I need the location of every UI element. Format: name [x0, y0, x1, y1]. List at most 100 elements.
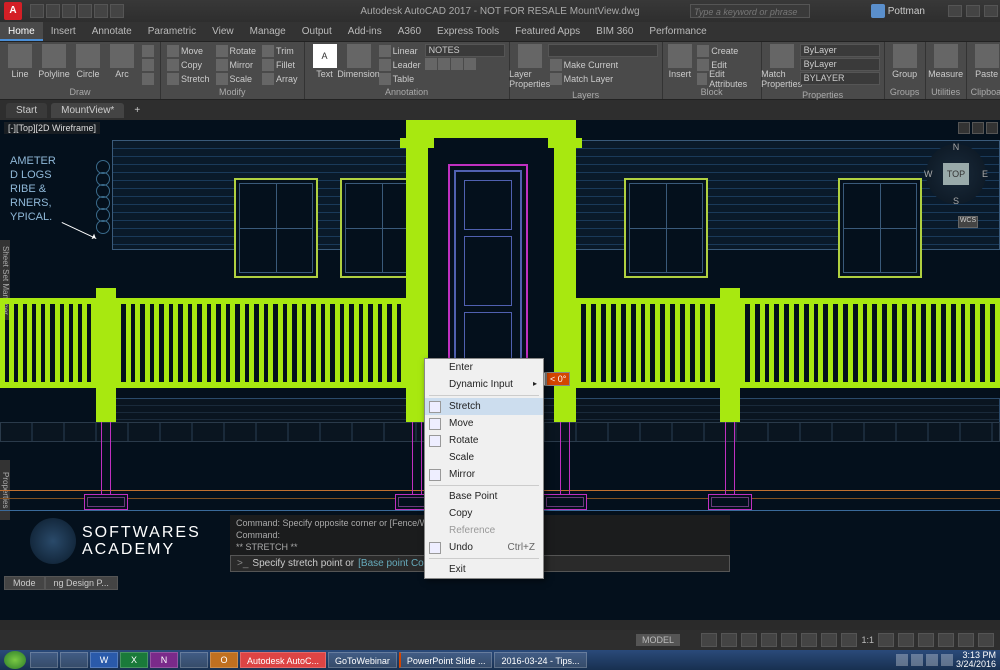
linetype-dropdown[interactable]: BYLAYER: [800, 72, 880, 85]
group-button[interactable]: Group: [889, 44, 921, 79]
match-properties-button[interactable]: Match Properties: [766, 44, 798, 89]
qat-print-icon[interactable]: [110, 4, 124, 18]
paste-button[interactable]: Paste: [971, 44, 1000, 79]
new-tab-button[interactable]: +: [128, 103, 146, 118]
tb-excel-icon[interactable]: X: [120, 652, 148, 668]
layer-dropdown[interactable]: [548, 44, 658, 57]
lineweight-dropdown[interactable]: ByLayer: [800, 58, 880, 71]
layout1-tab[interactable]: ng Design P...: [45, 576, 118, 590]
ctx-stretch[interactable]: Stretch: [425, 398, 543, 415]
line-button[interactable]: Line: [4, 44, 36, 79]
ctx-move[interactable]: Move: [425, 415, 543, 432]
tb-gotowebinar[interactable]: GoToWebinar: [328, 652, 397, 668]
move-button[interactable]: Move: [165, 44, 212, 57]
app-logo[interactable]: A: [4, 2, 22, 20]
transparency-toggle[interactable]: [841, 633, 857, 647]
tb-word-icon[interactable]: W: [90, 652, 118, 668]
tray-net-icon[interactable]: [911, 654, 923, 666]
text-button[interactable]: AText: [309, 44, 341, 79]
tb-notes[interactable]: 2016-03-24 - Tips...: [494, 652, 586, 668]
tb-autocad[interactable]: Autodesk AutoC...: [240, 652, 326, 668]
array-button[interactable]: Array: [260, 72, 300, 85]
tab-bim360[interactable]: BIM 360: [588, 22, 641, 41]
qat-save-icon[interactable]: [62, 4, 76, 18]
ctx-dynamic-input[interactable]: Dynamic Input: [425, 376, 543, 393]
draw-flyout2[interactable]: [140, 58, 156, 71]
model-tab[interactable]: Mode: [4, 576, 45, 590]
customize-status[interactable]: [978, 633, 994, 647]
ctx-basepoint[interactable]: Base Point: [425, 488, 543, 505]
clean-screen[interactable]: [958, 633, 974, 647]
tray-vol-icon[interactable]: [926, 654, 938, 666]
tb-snip-icon[interactable]: [180, 652, 208, 668]
tb-firefox-icon[interactable]: [60, 652, 88, 668]
tray-up-icon[interactable]: [896, 654, 908, 666]
ctx-enter[interactable]: Enter: [425, 359, 543, 376]
otrack-toggle[interactable]: [801, 633, 817, 647]
tab-performance[interactable]: Performance: [641, 22, 714, 41]
start-tab[interactable]: Start: [6, 103, 47, 118]
linear-button[interactable]: Linear: [377, 44, 423, 57]
dimension-button[interactable]: Dimension: [343, 44, 375, 79]
osnap-toggle[interactable]: [781, 633, 797, 647]
taskbar-clock[interactable]: 3:13 PM3/24/2016: [956, 651, 996, 669]
scale-label[interactable]: 1:1: [861, 635, 874, 645]
measure-button[interactable]: Measure: [930, 44, 962, 79]
tray-power-icon[interactable]: [941, 654, 953, 666]
scale-button[interactable]: Scale: [214, 72, 259, 85]
rotate-button[interactable]: Rotate: [214, 44, 259, 57]
make-current-button[interactable]: Make Current: [548, 58, 658, 71]
grid-toggle[interactable]: [701, 633, 717, 647]
circle-button[interactable]: Circle: [72, 44, 104, 79]
workspace-switch[interactable]: [898, 633, 914, 647]
tab-annotate[interactable]: Annotate: [84, 22, 140, 41]
layer-properties-button[interactable]: Layer Properties: [514, 44, 546, 89]
qat-undo-icon[interactable]: [78, 4, 92, 18]
tb-explorer-icon[interactable]: [30, 652, 58, 668]
ctx-scale[interactable]: Scale: [425, 449, 543, 466]
maximize-icon[interactable]: [966, 5, 980, 17]
draw-flyout1[interactable]: [140, 44, 156, 57]
tab-featured[interactable]: Featured Apps: [507, 22, 588, 41]
tab-home[interactable]: Home: [0, 22, 43, 41]
tab-manage[interactable]: Manage: [242, 22, 294, 41]
polyline-button[interactable]: Polyline: [38, 44, 70, 79]
arc-button[interactable]: Arc: [106, 44, 138, 79]
insert-block-button[interactable]: Insert: [667, 44, 694, 79]
ctx-copy[interactable]: Copy: [425, 505, 543, 522]
text-style-dropdown[interactable]: NOTES: [425, 44, 505, 57]
leader-button[interactable]: Leader: [377, 58, 423, 71]
tab-express[interactable]: Express Tools: [429, 22, 507, 41]
tab-a360[interactable]: A360: [390, 22, 429, 41]
ctx-mirror[interactable]: Mirror: [425, 466, 543, 483]
copy-button[interactable]: Copy: [165, 58, 212, 71]
mirror-button[interactable]: Mirror: [214, 58, 259, 71]
hardware-accel[interactable]: [918, 633, 934, 647]
fillet-button[interactable]: Fillet: [260, 58, 300, 71]
ctx-reference[interactable]: Reference: [425, 522, 543, 539]
tb-powerpoint[interactable]: PowerPoint Slide ...: [399, 652, 493, 668]
qat-open-icon[interactable]: [46, 4, 60, 18]
user-account[interactable]: Pottman: [871, 4, 925, 18]
match-layer-button[interactable]: Match Layer: [548, 72, 658, 85]
tab-parametric[interactable]: Parametric: [140, 22, 204, 41]
qat-redo-icon[interactable]: [94, 4, 108, 18]
close-icon[interactable]: [984, 5, 998, 17]
ctx-exit[interactable]: Exit: [425, 561, 543, 578]
ctx-undo[interactable]: UndoCtrl+Z: [425, 539, 543, 556]
model-space-badge[interactable]: MODEL: [636, 634, 680, 646]
start-button[interactable]: [4, 651, 26, 669]
tab-view[interactable]: View: [204, 22, 242, 41]
edit-attributes-button[interactable]: Edit Attributes: [695, 72, 756, 85]
tb-onenote-icon[interactable]: N: [150, 652, 178, 668]
lweight-toggle[interactable]: [821, 633, 837, 647]
color-dropdown[interactable]: ByLayer: [800, 44, 880, 57]
snap-toggle[interactable]: [721, 633, 737, 647]
help-search-input[interactable]: Type a keyword or phrase: [690, 4, 810, 18]
create-block-button[interactable]: Create: [695, 44, 756, 57]
polar-toggle[interactable]: [761, 633, 777, 647]
ctx-rotate[interactable]: Rotate: [425, 432, 543, 449]
draw-flyout3[interactable]: [140, 72, 156, 85]
file-tab[interactable]: MountView*: [51, 103, 124, 118]
stretch-button[interactable]: Stretch: [165, 72, 212, 85]
